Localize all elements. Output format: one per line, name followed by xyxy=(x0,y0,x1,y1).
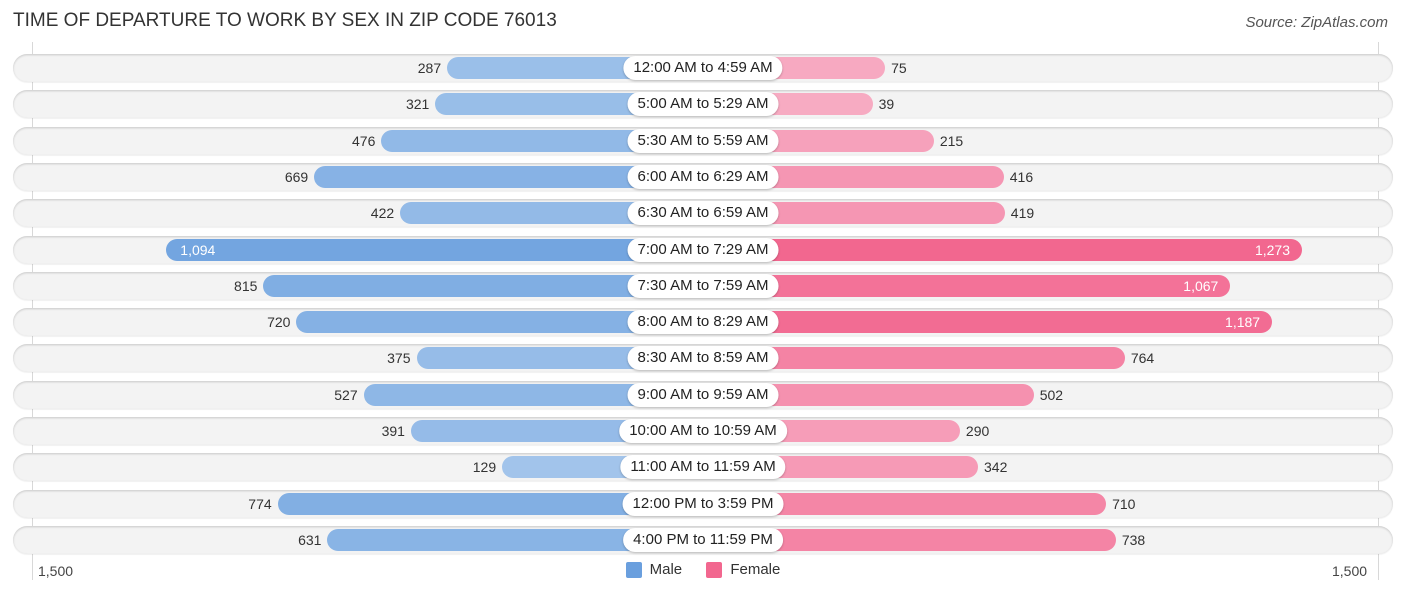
category-label: 6:00 AM to 6:29 AM xyxy=(627,165,779,189)
category-label: 8:30 AM to 8:59 AM xyxy=(627,346,779,370)
value-label-female: 502 xyxy=(1039,387,1064,403)
value-label-male: 527 xyxy=(334,387,358,403)
bar-female xyxy=(703,239,1302,261)
category-label: 5:30 AM to 5:59 AM xyxy=(627,129,779,153)
value-label-female: 764 xyxy=(1130,350,1155,366)
category-label: 6:30 AM to 6:59 AM xyxy=(627,201,779,225)
value-label-male: 774 xyxy=(248,496,272,512)
category-label: 8:00 AM to 8:29 AM xyxy=(627,310,779,334)
legend-item-female: Female xyxy=(706,561,780,578)
value-label-female: 416 xyxy=(1009,169,1034,185)
bar-female xyxy=(703,311,1273,333)
value-label-male: 669 xyxy=(284,169,309,185)
legend-label-male: Male xyxy=(649,561,683,578)
value-label-male: 321 xyxy=(405,96,430,112)
value-label-female: 215 xyxy=(939,133,964,149)
value-label-female: 39 xyxy=(878,96,895,112)
bar-female xyxy=(703,275,1231,297)
value-label-female: 419 xyxy=(1010,205,1035,221)
value-label-male: 287 xyxy=(417,60,442,76)
value-label-female: 738 xyxy=(1121,532,1146,548)
value-label-female: 1,187 xyxy=(1225,314,1261,330)
value-label-male: 631 xyxy=(298,532,322,548)
category-label: 9:00 AM to 9:59 AM xyxy=(627,383,779,407)
bar-male xyxy=(166,239,703,261)
category-label: 11:00 AM to 11:59 AM xyxy=(620,455,786,479)
category-label: 7:30 AM to 7:59 AM xyxy=(627,274,779,298)
value-label-female: 1,067 xyxy=(1183,278,1219,294)
legend-swatch-female xyxy=(706,561,723,578)
value-label-male: 815 xyxy=(234,278,258,294)
category-label: 12:00 AM to 4:59 AM xyxy=(623,56,783,80)
legend-swatch-male xyxy=(625,561,642,578)
category-label: 12:00 PM to 3:59 PM xyxy=(622,492,784,516)
value-label-female: 342 xyxy=(984,459,1008,475)
category-label: 7:00 AM to 7:29 AM xyxy=(627,238,779,262)
value-label-female: 75 xyxy=(891,60,907,76)
chart-title: TIME OF DEPARTURE TO WORK BY SEX IN ZIP … xyxy=(13,10,557,31)
category-label: 4:00 PM to 11:59 PM xyxy=(623,528,783,552)
value-label-male: 391 xyxy=(381,423,405,439)
value-label-male: 1,094 xyxy=(180,242,216,258)
value-label-male: 129 xyxy=(472,459,497,475)
legend-label-female: Female xyxy=(730,561,781,578)
value-label-male: 720 xyxy=(267,314,291,330)
value-label-female: 290 xyxy=(965,423,990,439)
legend-item-male: Male xyxy=(625,561,683,578)
value-label-male: 476 xyxy=(352,133,376,149)
source-credit: Source: ZipAtlas.com xyxy=(1245,14,1388,31)
category-label: 10:00 AM to 10:59 AM xyxy=(619,419,787,443)
category-label: 5:00 AM to 5:29 AM xyxy=(627,92,779,116)
value-label-female: 1,273 xyxy=(1254,242,1291,258)
legend: Male Female xyxy=(0,561,1406,582)
value-label-male: 422 xyxy=(370,205,395,221)
value-label-male: 375 xyxy=(387,350,411,366)
value-label-female: 710 xyxy=(1112,496,1136,512)
